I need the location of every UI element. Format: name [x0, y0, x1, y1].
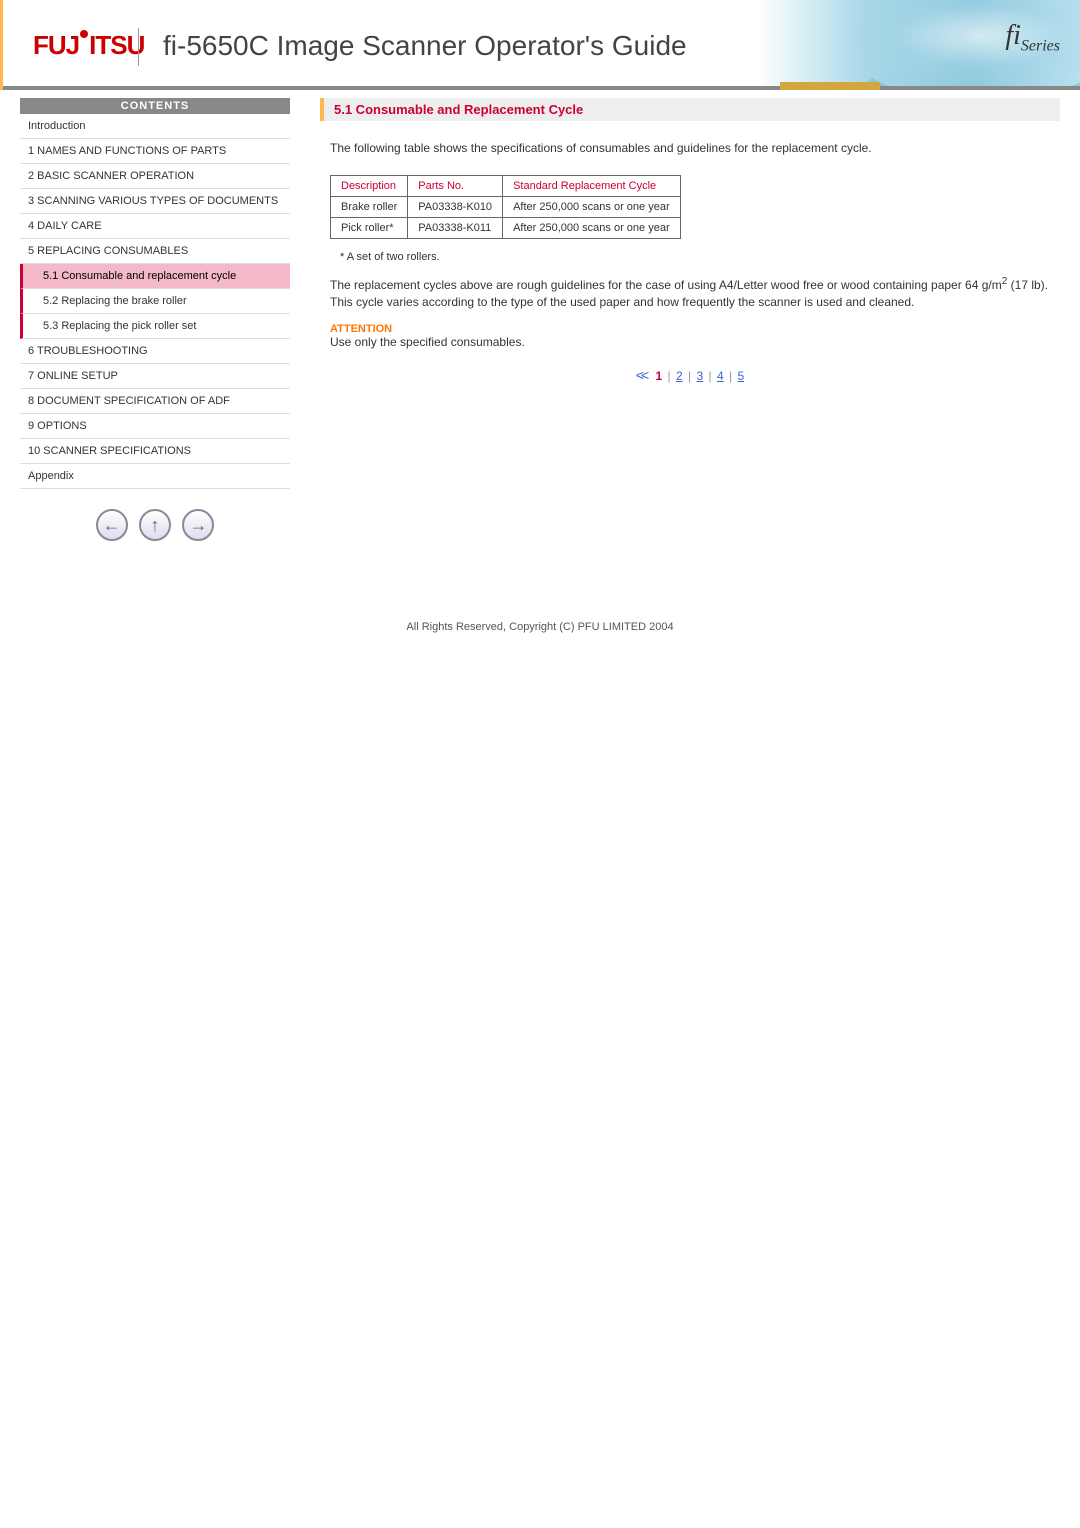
nav-chapter-2[interactable]: 2 BASIC SCANNER OPERATION [20, 164, 290, 189]
pager-page-5[interactable]: 5 [738, 369, 745, 383]
section-title: 5.1 Consumable and Replacement Cycle [320, 98, 1060, 121]
header-underline [3, 86, 1080, 90]
col-description: Description [331, 176, 408, 197]
nav-introduction[interactable]: Introduction [20, 114, 290, 139]
main-content: 5.1 Consumable and Replacement Cycle The… [290, 90, 1080, 561]
table-footnote: * A set of two rollers. [340, 251, 1060, 263]
attention-label: ATTENTION [330, 323, 1060, 335]
col-replacement-cycle: Standard Replacement Cycle [503, 176, 681, 197]
pager-prev-icon[interactable]: << [636, 367, 646, 383]
nav-controls: ← ↑ → [20, 489, 290, 561]
table-row: Pick roller* PA03338-K011 After 250,000 … [331, 218, 681, 239]
nav-chapter-7[interactable]: 7 ONLINE SETUP [20, 364, 290, 389]
pager-page-3[interactable]: 3 [697, 369, 704, 383]
header-divider [138, 28, 139, 66]
header-banner: FUJITSU fi-5650C Image Scanner Operator'… [0, 0, 1080, 90]
contents-header: CONTENTS [20, 98, 290, 114]
page-title: fi-5650C Image Scanner Operator's Guide [163, 30, 687, 62]
consumables-table: Description Parts No. Standard Replaceme… [330, 175, 681, 239]
next-page-button[interactable]: → [182, 509, 214, 541]
pager-page-4[interactable]: 4 [717, 369, 724, 383]
pager-page-1: 1 [656, 369, 663, 383]
nav-chapter-8[interactable]: 8 DOCUMENT SPECIFICATION OF ADF [20, 389, 290, 414]
col-parts-no: Parts No. [408, 176, 503, 197]
nav-chapter-9[interactable]: 9 OPTIONS [20, 414, 290, 439]
nav-chapter-5[interactable]: 5 REPLACING CONSUMABLES [20, 239, 290, 264]
pager: << 1 | 2 | 3 | 4 | 5 [320, 367, 1060, 383]
intro-text: The following table shows the specificat… [320, 141, 1060, 155]
pager-page-2[interactable]: 2 [676, 369, 683, 383]
series-badge: fiSeries [1005, 20, 1060, 56]
nav-chapter-10[interactable]: 10 SCANNER SPECIFICATIONS [20, 439, 290, 464]
guidelines-paragraph: The replacement cycles above are rough g… [330, 275, 1060, 311]
prev-page-button[interactable]: ← [96, 509, 128, 541]
nav-section-5-3[interactable]: 5.3 Replacing the pick roller set [20, 314, 290, 339]
header-accent [780, 82, 880, 90]
nav-chapter-1[interactable]: 1 NAMES AND FUNCTIONS OF PARTS [20, 139, 290, 164]
brand-logo: FUJITSU [33, 30, 144, 61]
attention-text: Use only the specified consumables. [330, 335, 1060, 349]
copyright-footer: All Rights Reserved, Copyright (C) PFU L… [0, 561, 1080, 653]
nav-section-5-1[interactable]: 5.1 Consumable and replacement cycle [20, 264, 290, 289]
nav-chapter-4[interactable]: 4 DAILY CARE [20, 214, 290, 239]
nav-chapter-3[interactable]: 3 SCANNING VARIOUS TYPES OF DOCUMENTS [20, 189, 290, 214]
nav-chapter-6[interactable]: 6 TROUBLESHOOTING [20, 339, 290, 364]
sidebar: CONTENTS Introduction 1 NAMES AND FUNCTI… [0, 90, 290, 561]
nav-appendix[interactable]: Appendix [20, 464, 290, 489]
table-row: Brake roller PA03338-K010 After 250,000 … [331, 197, 681, 218]
nav-section-5-2[interactable]: 5.2 Replacing the brake roller [20, 289, 290, 314]
top-page-button[interactable]: ↑ [139, 509, 171, 541]
